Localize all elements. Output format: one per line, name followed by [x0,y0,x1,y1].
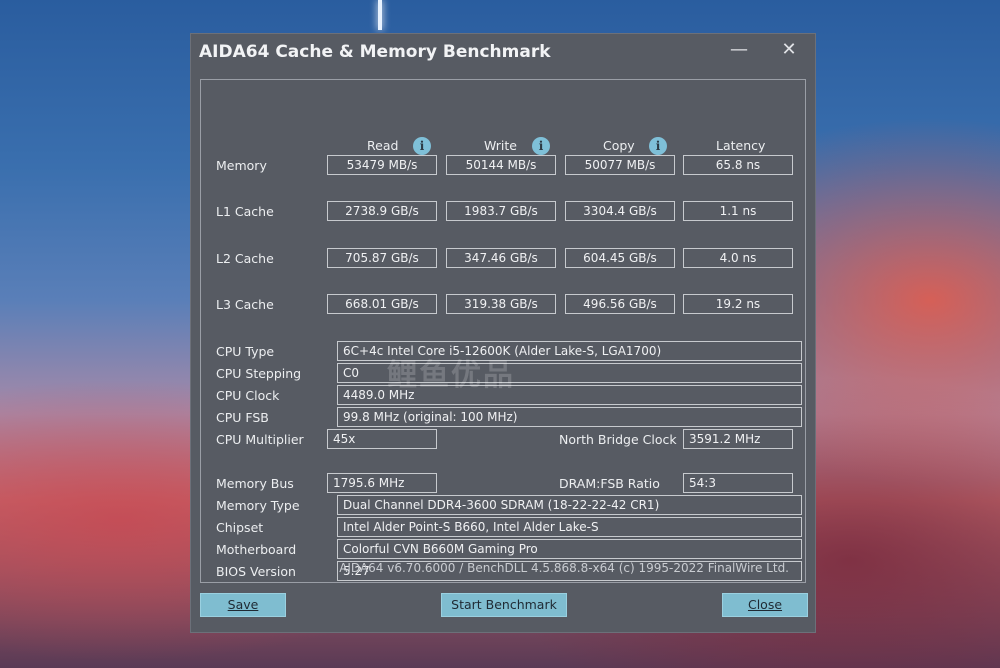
column-copy: Copy [603,138,635,153]
column-read: Read [367,138,399,153]
chipset-value: Intel Alder Point-S B660, Intel Alder La… [337,517,802,537]
l2-latency: 4.0 ns [683,248,793,268]
save-button-label: Save [227,597,259,612]
read-info-icon[interactable]: i [413,137,431,155]
close-window-button[interactable]: ✕ [775,38,803,62]
l2-copy: 604.45 GB/s [565,248,675,268]
minimize-button[interactable]: — [725,38,753,62]
memory-write: 50144 MB/s [446,155,556,175]
copy-info-icon[interactable]: i [649,137,667,155]
version-footer: AIDA64 v6.70.6000 / BenchDLL 4.5.868.8-x… [339,561,789,575]
window-title: AIDA64 Cache & Memory Benchmark [199,42,551,62]
dram-ratio-label: DRAM:FSB Ratio [559,476,660,491]
memory-bus-label: Memory Bus [216,476,294,491]
cpu-fsb-label: CPU FSB [216,410,269,425]
l2-write: 347.46 GB/s [446,248,556,268]
motherboard-label: Motherboard [216,542,297,557]
cpu-type-label: CPU Type [216,344,275,359]
save-button[interactable]: Save [200,593,286,617]
l3-latency: 19.2 ns [683,294,793,314]
close-button-label: Close [747,597,783,612]
column-latency: Latency [716,138,766,153]
north-bridge-label: North Bridge Clock [559,432,677,447]
results-panel: Read i Write i Copy i Latency Memory 534… [200,79,806,583]
memory-type-value: Dual Channel DDR4-3600 SDRAM (18-22-22-4… [337,495,802,515]
l1-copy: 3304.4 GB/s [565,201,675,221]
motherboard-value: Colorful CVN B660M Gaming Pro [337,539,802,559]
start-benchmark-button[interactable]: Start Benchmark [441,593,567,617]
memory-bus-value: 1795.6 MHz [327,473,437,493]
dram-ratio-value: 54:3 [683,473,793,493]
memory-latency: 65.8 ns [683,155,793,175]
cpu-multiplier-label: CPU Multiplier [216,432,304,447]
l3-write: 319.38 GB/s [446,294,556,314]
cpu-multiplier-value: 45x [327,429,437,449]
close-button[interactable]: Close [722,593,808,617]
l1-write: 1983.7 GB/s [446,201,556,221]
l3-read: 668.01 GB/s [327,294,437,314]
cpu-clock-label: CPU Clock [216,388,280,403]
row-label-l2: L2 Cache [216,251,274,266]
l1-read: 2738.9 GB/s [327,201,437,221]
write-info-icon[interactable]: i [532,137,550,155]
l2-read: 705.87 GB/s [327,248,437,268]
memory-read: 53479 MB/s [327,155,437,175]
memory-type-label: Memory Type [216,498,300,513]
column-write: Write [484,138,518,153]
memory-copy: 50077 MB/s [565,155,675,175]
row-label-memory: Memory [216,158,267,173]
l3-copy: 496.56 GB/s [565,294,675,314]
l1-latency: 1.1 ns [683,201,793,221]
row-label-l1: L1 Cache [216,204,274,219]
watermark-text: 鲤鱼优品 [387,358,515,393]
north-bridge-value: 3591.2 MHz [683,429,793,449]
cpu-fsb-value: 99.8 MHz (original: 100 MHz) [337,407,802,427]
light-beam [378,0,382,30]
cpu-stepping-label: CPU Stepping [216,366,302,381]
row-label-l3: L3 Cache [216,297,274,312]
benchmark-dialog: AIDA64 Cache & Memory Benchmark — ✕ Read… [190,33,816,633]
bios-version-label: BIOS Version [216,564,296,579]
chipset-label: Chipset [216,520,264,535]
